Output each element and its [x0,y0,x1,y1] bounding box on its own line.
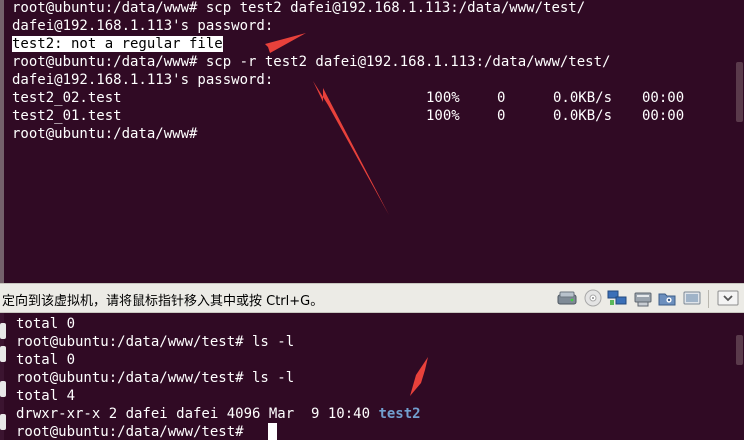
dir-entry-details: drwxr-xr-x 2 dafei dafei 4096 Mar 9 10:4… [16,406,379,422]
bottom-terminal[interactable]: total 0 root@ubuntu:/data/www/test# ls -… [0,313,744,440]
terminal-prompt: root@ubuntu:/data/www/test# [16,424,253,440]
terminal-line: dafei@192.168.1.113's password: [12,18,274,34]
transfer-file: test2_01.test [12,108,122,124]
scrollbar-thumb[interactable] [736,335,743,365]
transfer-eta: 00:00 [642,108,685,124]
terminal-cursor [268,423,277,440]
terminal-line: root@ubuntu:/data/www# scp test2 dafei@1… [12,0,586,16]
transfer-rate: 0.0KB/s [553,108,613,124]
transfer-rate: 0.0KB/s [553,90,613,106]
scrollbar-thumb[interactable] [736,62,743,122]
error-message: test2: not a regular file [12,36,223,52]
terminal-line: root@ubuntu:/data/www/test# ls -l [16,370,295,386]
terminal-line: total 0 [16,316,76,332]
vm-status-bar: 定向到该虚拟机，请将鼠标指针移入其中或按 Ctrl+G。 [0,283,744,313]
usb-icon[interactable] [633,289,653,307]
transfer-size: 0 [497,90,506,106]
top-terminal[interactable]: root@ubuntu:/data/www# scp test2 dafei@1… [0,0,744,283]
directory-listing-row: drwxr-xr-x 2 dafei dafei 4096 Mar 9 10:4… [16,405,421,423]
terminal-line: total 0 [16,352,76,368]
display-icon[interactable] [717,289,739,307]
terminal-prompt: root@ubuntu:/data/www# [12,126,198,142]
terminal-line: total 4 [16,388,76,404]
terminal-line-highlighted: test2: not a regular file [12,35,223,53]
launcher-marker [0,346,6,362]
terminal-line: root@ubuntu:/data/www/test# ls -l [16,334,295,350]
transfer-file: test2_02.test [12,90,122,106]
capture-hint-message: 定向到该虚拟机，请将鼠标指针移入其中或按 Ctrl+G。 [2,294,324,309]
shared-folders-icon[interactable] [657,289,677,307]
terminal-line: dafei@192.168.1.113's password: [12,72,274,88]
transfer-percent: 100% [426,108,460,124]
terminal-line: root@ubuntu:/data/www# scp -r test2 dafe… [12,54,611,70]
transfer-percent: 100% [426,90,460,106]
dir-entry-name: test2 [378,406,421,422]
network-icon[interactable] [607,289,627,307]
launcher-marker [0,323,6,339]
launcher-marker [0,414,6,430]
optical-disk-icon[interactable] [583,289,603,307]
transfer-eta: 00:00 [642,90,685,106]
launcher-marker [0,381,6,397]
transfer-size: 0 [497,108,506,124]
video-capture-icon[interactable] [682,289,702,307]
window-edge [0,0,4,283]
hard-disk-icon[interactable] [557,289,577,307]
status-separator [708,290,709,308]
